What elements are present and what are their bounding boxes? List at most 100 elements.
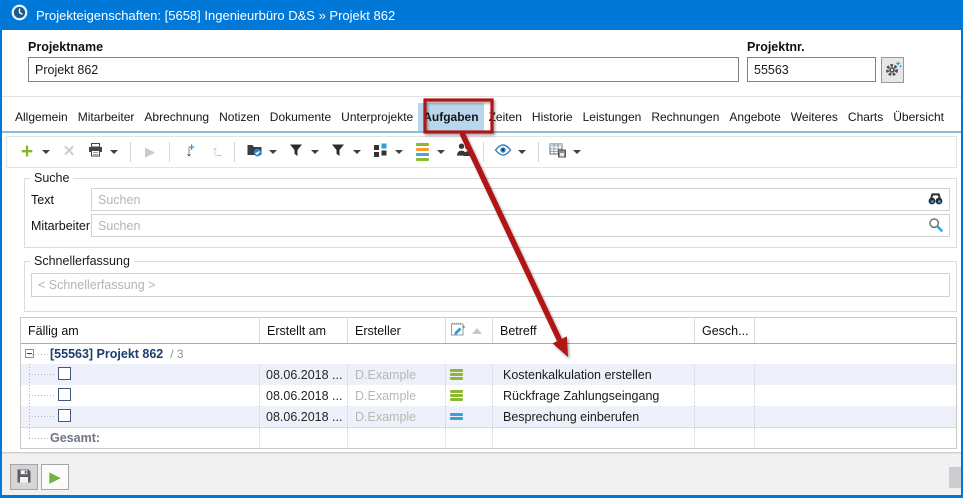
filter-dropdown-caret-icon[interactable]: [311, 150, 319, 154]
save-button[interactable]: [10, 464, 38, 490]
tab-weiteres[interactable]: Weiteres: [786, 103, 843, 131]
projektnr-settings-button[interactable]: [881, 57, 904, 83]
tab-leistungen[interactable]: Leistungen: [578, 103, 647, 131]
people-icon: [456, 142, 473, 163]
binoculars-icon: [927, 191, 944, 212]
run-task-button[interactable]: [138, 140, 162, 164]
column-header-faellig-am[interactable]: Fällig am: [21, 318, 260, 343]
search-mitarbeiter-input[interactable]: [91, 214, 950, 237]
tab-charts[interactable]: Charts: [843, 103, 888, 131]
cell-ersteller: D.Example: [348, 364, 446, 385]
grid-export-dropdown-caret-icon[interactable]: [573, 150, 581, 154]
start-button[interactable]: [41, 464, 69, 490]
toolbar-separator: [538, 142, 539, 162]
cell-ersteller: D.Example: [348, 406, 446, 427]
cell-betreff: Rückfrage Zahlungseingang: [493, 385, 695, 406]
printer-icon: [87, 142, 104, 163]
grid-footer-row: Gesamt:: [21, 427, 956, 448]
assign-people-button[interactable]: [452, 140, 476, 164]
tree-line: [29, 395, 55, 396]
project-properties-window: Projekteigenschaften: [5658] Ingenieurbü…: [0, 0, 963, 498]
projektnr-label: Projektnr.: [747, 40, 904, 54]
search-text-label: Text: [31, 193, 91, 207]
tab-angebote[interactable]: Angebote: [724, 103, 785, 131]
tree-line: [29, 416, 55, 417]
column-header-betreff[interactable]: Betreff: [493, 318, 695, 343]
column-header-filler: [755, 318, 956, 343]
projektnr-input[interactable]: [747, 57, 876, 82]
bottom-bar: [2, 453, 961, 495]
add-task-button[interactable]: [15, 140, 39, 164]
search-group-label: Suche: [30, 171, 73, 185]
grid-export-button[interactable]: [546, 140, 570, 164]
cell-geschaeft: [695, 385, 755, 406]
task-row[interactable]: 08.06.2018 ... D.Example Kostenkalkulati…: [21, 364, 956, 385]
sort-ascending-icon: [472, 328, 482, 334]
tab-mitarbeiter[interactable]: Mitarbeiter: [73, 103, 140, 131]
column-header-erstellt-am[interactable]: Erstellt am: [260, 318, 348, 343]
cell-betreff: Kostenkalkulation erstellen: [493, 364, 695, 385]
cell-ersteller: D.Example: [348, 385, 446, 406]
tab-historie[interactable]: Historie: [527, 103, 578, 131]
cell-betreff: Besprechung einberufen: [493, 406, 695, 427]
task-row[interactable]: 08.06.2018 ... D.Example Besprechung ein…: [21, 406, 956, 427]
filter-button[interactable]: [284, 140, 308, 164]
projektname-label: Projektname: [28, 40, 739, 54]
search-text-input[interactable]: [91, 188, 950, 211]
plus-icon: [21, 142, 33, 163]
gear-icon: [884, 60, 902, 81]
tab-unterprojekte[interactable]: Unterprojekte: [336, 103, 418, 131]
quick-entry-group-label: Schnellerfassung: [30, 254, 134, 268]
task-checkbox[interactable]: [58, 367, 71, 380]
move-down-button[interactable]: [177, 140, 201, 164]
task-toolbar: [6, 136, 957, 168]
grid-header: Fällig am Erstellt am Ersteller Betreff: [21, 318, 956, 344]
task-checkbox[interactable]: [58, 388, 71, 401]
magnifier-icon: [928, 217, 944, 238]
projektname-input[interactable]: [28, 57, 739, 82]
titlebar: Projekteigenschaften: [5658] Ingenieurbü…: [2, 0, 961, 30]
priority-normal-icon: [450, 413, 463, 420]
resize-grip[interactable]: [949, 467, 961, 488]
tab-uebersicht[interactable]: Übersicht: [888, 103, 949, 131]
content: Projektname Projektnr.: [2, 30, 961, 495]
filter-funnel-icon: [288, 142, 304, 163]
filter-2-dropdown-caret-icon[interactable]: [353, 150, 361, 154]
tab-zeiten[interactable]: Zeiten: [484, 103, 527, 131]
cell-erstellt-am: 08.06.2018 ...: [260, 364, 348, 385]
tab-abrechnung[interactable]: Abrechnung: [139, 103, 214, 131]
view-dropdown-caret-icon[interactable]: [518, 150, 526, 154]
priority-dropdown-caret-icon[interactable]: [437, 150, 445, 154]
tab-aufgaben[interactable]: Aufgaben: [418, 103, 483, 131]
floppy-save-icon: [16, 468, 32, 487]
tab-dokumente[interactable]: Dokumente: [265, 103, 336, 131]
column-header-geschaeft[interactable]: Gesch...: [695, 318, 755, 343]
folder-filter-button[interactable]: [242, 140, 266, 164]
move-up-button[interactable]: [203, 140, 227, 164]
layout-button[interactable]: [368, 140, 392, 164]
layout-dropdown-caret-icon[interactable]: [395, 150, 403, 154]
view-button[interactable]: [491, 140, 515, 164]
tab-notizen[interactable]: Notizen: [214, 103, 265, 131]
window-title: Projekteigenschaften: [5658] Ingenieurbü…: [36, 8, 395, 23]
quick-entry-input[interactable]: [31, 273, 950, 297]
column-header-notes[interactable]: [446, 318, 493, 343]
toolbar-separator: [483, 142, 484, 162]
folder-dropdown-caret-icon[interactable]: [269, 150, 277, 154]
column-header-ersteller[interactable]: Ersteller: [348, 318, 446, 343]
tab-allgemein[interactable]: Allgemein: [10, 103, 73, 131]
filter-2-button[interactable]: [326, 140, 350, 164]
add-dropdown-caret-icon[interactable]: [42, 150, 50, 154]
toolbar-separator: [130, 142, 131, 162]
task-row[interactable]: 08.06.2018 ... D.Example Rückfrage Zahlu…: [21, 385, 956, 406]
folder-check-icon: [246, 142, 263, 163]
print-button[interactable]: [83, 140, 107, 164]
priority-view-button[interactable]: [410, 140, 434, 164]
group-row[interactable]: [55563] Projekt 862 / 3: [21, 344, 956, 364]
tab-rechnungen[interactable]: Rechnungen: [646, 103, 724, 131]
toolbar-separator: [234, 142, 235, 162]
task-checkbox[interactable]: [58, 409, 71, 422]
delete-task-button[interactable]: [57, 140, 81, 164]
cell-geschaeft: [695, 406, 755, 427]
print-dropdown-caret-icon[interactable]: [110, 150, 118, 154]
